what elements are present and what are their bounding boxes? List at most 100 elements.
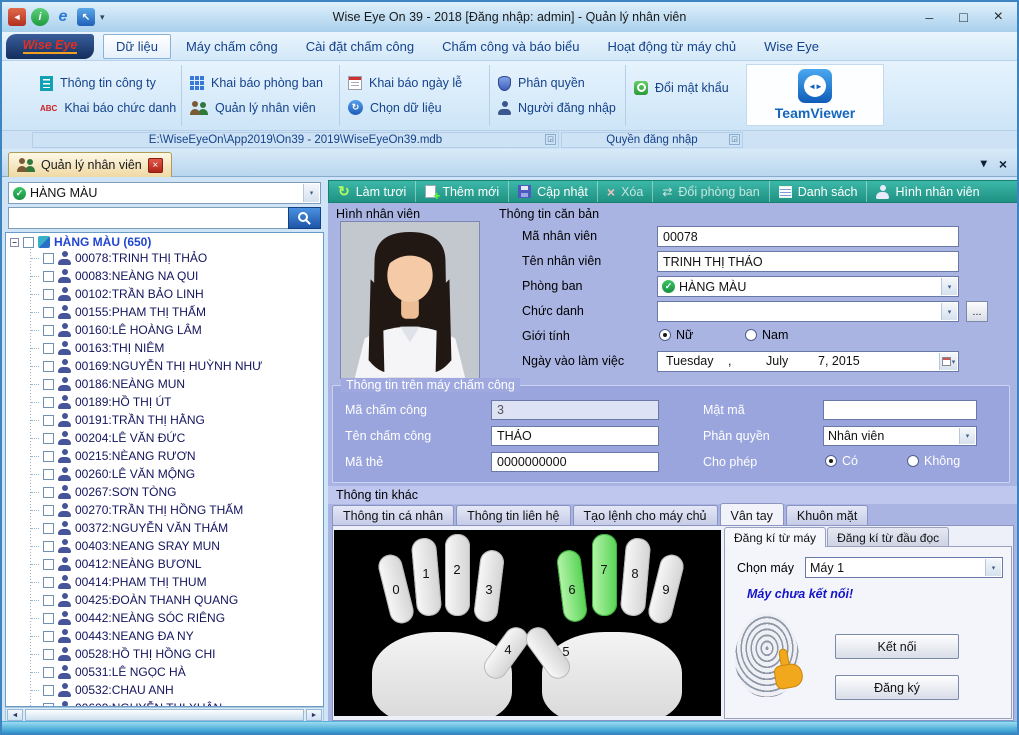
browse-job-title-button[interactable]: ... [966, 301, 988, 322]
tab-cham-cong-bao-bieu[interactable]: Chấm công và báo biểu [429, 34, 592, 59]
tab-close-icon[interactable] [148, 158, 163, 173]
employee-checkbox[interactable] [43, 487, 54, 498]
tree-row-employee[interactable]: 00403:NEANG SRAY MUN [6, 537, 323, 555]
employee-checkbox[interactable] [43, 289, 54, 300]
start-date-picker[interactable]: Tuesday , July 7, 2015 [657, 351, 959, 372]
radio-male[interactable] [745, 329, 757, 341]
radio-allowed-no[interactable] [907, 455, 919, 467]
tree-row-employee[interactable]: 00078:TRINH THỊ THẢO [6, 249, 323, 267]
ribbon-item-holidays[interactable]: Khai báo ngày lễ [348, 76, 481, 90]
ribbon-item-company-info[interactable]: Thông tin công ty [40, 76, 173, 91]
employee-checkbox[interactable] [43, 631, 54, 642]
tree-row-employee[interactable]: 00163:THỊ NIÊM [6, 339, 323, 357]
tab-personal-info[interactable]: Thông tin cá nhân [332, 505, 454, 525]
tree-row-employee[interactable]: 00372:NGUYỄN VĂN THÁM [6, 519, 323, 537]
tree-row-employee[interactable]: 00160:LÊ HOÀNG LÂM [6, 321, 323, 339]
department-dropdown[interactable]: HÀNG MÀU [8, 182, 321, 204]
tree-row-employee[interactable]: 00260:LÊ VĂN MỘNG [6, 465, 323, 483]
refresh-button[interactable]: Làm tươi [329, 181, 416, 202]
app-logo[interactable]: Wise Eye [6, 34, 94, 59]
tree-root-row[interactable]: HÀNG MÀU (650) [6, 233, 323, 249]
dialog-launcher-icon[interactable] [729, 134, 740, 145]
employee-checkbox[interactable] [43, 397, 54, 408]
register-button[interactable]: Đăng ký [835, 675, 959, 700]
tree-row-employee[interactable]: 00442:NEÀNG SÓC RIÊNG [6, 609, 323, 627]
list-view-button[interactable]: Danh sách [770, 181, 868, 202]
tree-row-employee[interactable]: 00204:LÊ VĂN ĐỨC [6, 429, 323, 447]
minimize-button[interactable] [925, 10, 933, 25]
scroll-left-icon[interactable] [7, 709, 23, 721]
document-tab-employees[interactable]: Quản lý nhân viên [8, 152, 172, 177]
root-checkbox[interactable] [23, 237, 34, 248]
employee-checkbox[interactable] [43, 649, 54, 660]
employee-name-field[interactable] [657, 251, 959, 272]
allowed-no-option[interactable]: Không [907, 454, 960, 468]
employee-checkbox[interactable] [43, 271, 54, 282]
employee-checkbox[interactable] [43, 667, 54, 678]
tree-row-employee[interactable]: 00102:TRẦN BẢO LINH [6, 285, 323, 303]
department-combo[interactable]: HÀNG MÀU [657, 276, 959, 297]
connect-button[interactable]: Kết nối [835, 634, 959, 659]
employee-checkbox[interactable] [43, 415, 54, 426]
tab-may-cham-cong[interactable]: Máy chấm công [173, 34, 291, 59]
employee-checkbox[interactable] [43, 505, 54, 516]
search-button[interactable] [288, 207, 321, 229]
tab-contact-info[interactable]: Thông tin liên hệ [456, 505, 570, 525]
employee-id-field[interactable] [657, 226, 959, 247]
tab-server-commands[interactable]: Tạo lệnh cho máy chủ [573, 505, 718, 525]
employee-checkbox[interactable] [43, 595, 54, 606]
quick-access-caret-icon[interactable] [100, 12, 105, 23]
employee-checkbox[interactable] [43, 541, 54, 552]
gender-male-option[interactable]: Nam [745, 328, 788, 342]
employee-checkbox[interactable] [43, 469, 54, 480]
tree-row-employee[interactable]: 00083:NEÀNG NA QUI [6, 267, 323, 285]
employee-checkbox[interactable] [43, 577, 54, 588]
tab-hoat-dong-may-chu[interactable]: Hoạt động từ máy chủ [594, 34, 749, 59]
ribbon-item-login-user[interactable]: Người đăng nhập [498, 101, 617, 115]
privilege-combo[interactable]: Nhân viên [823, 426, 977, 446]
employee-checkbox[interactable] [43, 523, 54, 534]
tree-row-employee[interactable]: 00532:CHAU ANH [6, 681, 323, 699]
window-switch-icon[interactable] [77, 8, 95, 26]
radio-allowed-yes[interactable] [825, 455, 837, 467]
machine-combo[interactable]: Máy 1 [805, 557, 1003, 578]
ribbon-item-select-data[interactable]: Chọn dữ liệu [348, 100, 481, 115]
card-number-field[interactable] [491, 452, 659, 472]
employee-checkbox[interactable] [43, 613, 54, 624]
attendance-name-field[interactable] [491, 426, 659, 446]
gender-female-option[interactable]: Nữ [659, 328, 693, 342]
tab-face[interactable]: Khuôn mặt [786, 505, 868, 525]
employee-checkbox[interactable] [43, 379, 54, 390]
tree-row-employee[interactable]: 00609:NGUYỄN THỊ XUÂN [6, 699, 323, 707]
tree-row-employee[interactable]: 00267:SƠN TÒNG [6, 483, 323, 501]
ie-icon[interactable] [54, 8, 72, 26]
tree-row-employee[interactable]: 00270:TRẦN THỊ HỒNG THẤM [6, 501, 323, 519]
add-new-button[interactable]: Thêm mới [416, 181, 509, 202]
info-icon[interactable] [31, 8, 49, 26]
tab-fingerprint[interactable]: Vân tay [720, 503, 784, 525]
employee-checkbox[interactable] [43, 253, 54, 264]
scroll-thumb[interactable] [25, 709, 304, 721]
tree-row-employee[interactable]: 00155:PHAM THỊ THẤM [6, 303, 323, 321]
employee-checkbox[interactable] [43, 343, 54, 354]
exit-icon[interactable] [8, 8, 26, 26]
ribbon-item-employees[interactable]: Quản lý nhân viên [190, 101, 331, 115]
tab-register-from-reader[interactable]: Đăng kí từ đầu đọc [827, 527, 949, 547]
employee-checkbox[interactable] [43, 451, 54, 462]
tab-cai-dat-cham-cong[interactable]: Cài đặt chấm công [293, 34, 427, 59]
tree-row-employee[interactable]: 00414:PHAM THỊ THUM [6, 573, 323, 591]
calendar-dropdown-icon[interactable] [939, 353, 957, 370]
password-field[interactable] [823, 400, 977, 420]
close-document-icon[interactable] [999, 156, 1007, 172]
tree-row-employee[interactable]: 00531:LÊ NGỌC HÀ [6, 663, 323, 681]
employee-checkbox[interactable] [43, 307, 54, 318]
tree-row-employee[interactable]: 00215:NÈANG RƯƠN [6, 447, 323, 465]
close-button[interactable] [994, 8, 1003, 26]
job-title-combo[interactable] [657, 301, 959, 322]
delete-button[interactable]: Xóa [598, 181, 653, 202]
collapse-icon[interactable] [10, 238, 19, 247]
employee-checkbox[interactable] [43, 685, 54, 696]
ribbon-item-permissions[interactable]: Phân quyền [498, 76, 617, 91]
ribbon-item-job-titles[interactable]: Khai báo chức danh [40, 101, 173, 115]
tab-register-from-machine[interactable]: Đăng kí từ máy [724, 527, 826, 547]
